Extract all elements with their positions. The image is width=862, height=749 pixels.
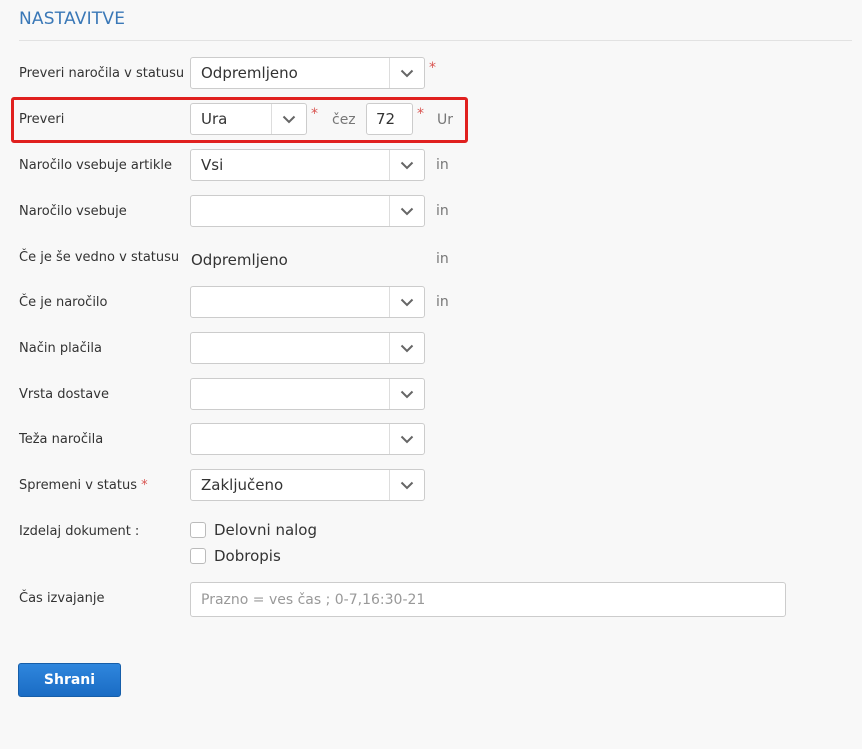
contains-label: Naročilo vsebuje (19, 204, 127, 219)
required-marker: * (311, 106, 318, 122)
chevron-down-icon (389, 287, 424, 317)
chevron-down-icon (389, 470, 424, 500)
payment-method-label: Način plačila (19, 341, 102, 356)
contains-articles-label: Naročilo vsebuje artikle (19, 158, 173, 173)
order-weight-select[interactable] (190, 423, 425, 455)
make-document-label: Izdelaj dokument : (19, 524, 140, 539)
checkbox-box[interactable] (190, 522, 206, 538)
check-unit-select[interactable]: Ura (190, 103, 307, 135)
title-divider (19, 40, 852, 41)
check-status-select[interactable]: Odpremljeno (190, 57, 425, 89)
required-marker: * (141, 478, 148, 493)
execution-time-label: Čas izvajanje (19, 591, 105, 606)
over-label: čez (332, 112, 356, 128)
check-label: Preveri (19, 112, 65, 127)
change-status-label-text: Spremeni v status (19, 478, 137, 493)
chevron-down-icon (389, 196, 424, 226)
check-unit-value: Ura (201, 110, 228, 128)
execution-time-input[interactable] (190, 582, 786, 617)
chevron-down-icon (389, 150, 424, 180)
change-status-select[interactable]: Zaključeno (190, 469, 425, 501)
section-title: NASTAVITVE (19, 9, 126, 29)
chevron-down-icon (389, 58, 424, 88)
contains-articles-value: Vsi (201, 156, 224, 174)
change-status-label: Spremeni v status * (19, 478, 148, 493)
chevron-down-icon (389, 379, 424, 409)
check-status-value: Odpremljeno (201, 64, 298, 82)
unit-label: Ur (437, 112, 454, 128)
order-weight-label: Teža naročila (19, 432, 104, 447)
and-label: in (436, 157, 449, 173)
save-button[interactable]: Shrani (18, 663, 121, 697)
chevron-down-icon (271, 104, 306, 134)
still-in-status-value: Odpremljeno (191, 251, 288, 269)
still-in-status-label: Če je še vedno v statusu (19, 250, 180, 265)
checkbox-dobropis[interactable]: Dobropis (190, 547, 281, 565)
if-order-label: Če je naročilo (19, 295, 108, 310)
check-number-input[interactable]: 72 (366, 103, 413, 135)
change-status-value: Zaključeno (201, 476, 284, 494)
checkbox-delovni-nalog[interactable]: Delovni nalog (190, 521, 317, 539)
delivery-type-select[interactable] (190, 378, 425, 410)
required-marker: * (429, 60, 436, 76)
checkbox-box[interactable] (190, 548, 206, 564)
required-marker: * (417, 106, 424, 122)
and-label: in (436, 294, 449, 310)
if-order-select[interactable] (190, 286, 425, 318)
and-label: in (436, 203, 449, 219)
delivery-type-label: Vrsta dostave (19, 387, 109, 402)
payment-method-select[interactable] (190, 332, 425, 364)
and-label: in (436, 251, 449, 267)
chevron-down-icon (389, 333, 424, 363)
contains-articles-select[interactable]: Vsi (190, 149, 425, 181)
checkbox-label: Delovni nalog (214, 521, 318, 539)
chevron-down-icon (389, 424, 424, 454)
checkbox-label: Dobropis (214, 547, 281, 565)
contains-select[interactable] (190, 195, 425, 227)
check-status-label: Preveri naročila v statusu (19, 66, 185, 81)
